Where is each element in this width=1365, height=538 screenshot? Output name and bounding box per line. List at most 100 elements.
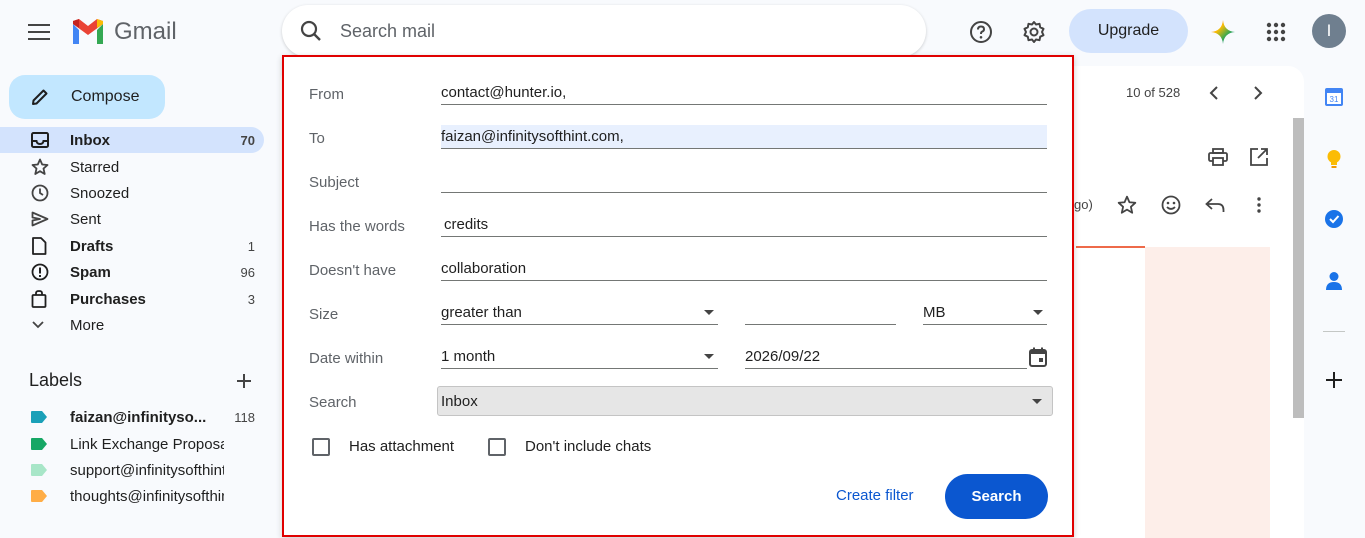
label-item[interactable]: support@infinitysofthint.... (0, 457, 264, 483)
send-icon (31, 211, 49, 227)
sidebar-item-snoozed[interactable]: Snoozed (0, 180, 264, 206)
sidebar-item-more[interactable]: More (0, 312, 264, 338)
unread-count: 70 (240, 132, 255, 148)
label-name: thoughts@infinitysofthin... (70, 487, 224, 505)
calendar-app-button[interactable]: 31 (1319, 82, 1349, 112)
scrollbar[interactable] (1293, 118, 1304, 418)
gemini-button[interactable] (1205, 14, 1241, 50)
avatar[interactable]: I (1312, 14, 1346, 48)
sidebar-item-drafts[interactable]: Drafts 1 (0, 233, 264, 259)
sidebar-item-label: Starred (70, 158, 120, 176)
gemini-icon (1211, 20, 1235, 44)
calendar-icon: 31 (1325, 88, 1343, 106)
has-attachment-checkbox[interactable] (312, 438, 330, 456)
print-icon (1208, 148, 1228, 166)
size-label: Size (309, 306, 339, 323)
count: 1 (247, 238, 255, 254)
doesnt-have-field[interactable]: collaboration (441, 257, 1047, 281)
tasks-check-icon (1325, 210, 1343, 228)
search-button[interactable]: Search (945, 474, 1048, 519)
label-tag-icon (31, 411, 47, 423)
to-field[interactable]: faizan@infinitysofthint.com, (441, 125, 1047, 149)
upgrade-button[interactable]: Upgrade (1069, 9, 1188, 53)
gmail-logo[interactable]: Gmail (70, 15, 177, 49)
search-scope-select[interactable]: Inbox (437, 386, 1053, 416)
search-input[interactable] (340, 20, 840, 42)
calendar-icon (1029, 347, 1047, 367)
create-filter-button[interactable]: Create filter (836, 487, 914, 504)
plus-icon (1326, 372, 1342, 388)
sidebar-item-sent[interactable]: Sent (0, 206, 264, 232)
label-name: support@infinitysofthint.... (70, 461, 224, 479)
google-apps-button[interactable] (1258, 14, 1294, 50)
search-scope-value: Inbox (441, 392, 478, 410)
sidebar-item-inbox[interactable]: Inbox 70 (0, 127, 264, 153)
add-label-button[interactable] (232, 369, 256, 393)
size-operator-value: greater than (441, 304, 522, 321)
star-message-button[interactable] (1113, 191, 1141, 219)
tasks-app-button[interactable] (1319, 204, 1349, 234)
keep-app-button[interactable] (1319, 144, 1349, 174)
from-label: From (309, 86, 344, 103)
search-bar[interactable] (282, 5, 926, 57)
no-chats-checkbox[interactable] (488, 438, 506, 456)
date-within-select[interactable]: 1 month (441, 345, 718, 369)
bag-icon (31, 290, 47, 308)
emoji-reaction-button[interactable] (1157, 191, 1185, 219)
sidebar-item-label: Spam (70, 263, 111, 281)
reply-button[interactable] (1201, 191, 1229, 219)
sidebar-item-spam[interactable]: Spam 96 (0, 259, 264, 285)
has-attachment-label: Has attachment (349, 438, 455, 455)
more-vert-icon (1257, 197, 1261, 213)
keep-bulb-icon (1327, 150, 1341, 168)
has-words-field[interactable]: credits (441, 213, 1047, 237)
search-scope-label: Search (309, 394, 357, 411)
labels-heading: Labels (29, 370, 83, 390)
from-field[interactable]: contact@hunter.io, (441, 81, 1047, 105)
date-field[interactable]: 2026/09/22 (745, 345, 1027, 369)
dropdown-arrow-icon (1033, 310, 1043, 315)
date-picker-button[interactable] (1029, 347, 1049, 367)
settings-button[interactable] (1016, 14, 1052, 50)
main-menu-button[interactable] (20, 14, 58, 50)
sidebar-item-purchases[interactable]: Purchases 3 (0, 286, 264, 312)
contacts-app-button[interactable] (1319, 266, 1349, 296)
star-icon (31, 158, 49, 175)
count: 3 (247, 291, 255, 307)
newer-button[interactable] (1200, 79, 1228, 107)
size-operator-select[interactable]: greater than (441, 301, 718, 325)
sidebar-item-starred[interactable]: Starred (0, 154, 264, 180)
get-addons-button[interactable] (1319, 365, 1349, 395)
chevron-left-icon (1209, 86, 1218, 100)
label-tag-icon (31, 464, 47, 476)
date-within-value: 1 month (441, 348, 496, 365)
label-name: Link Exchange Proposal (70, 435, 224, 453)
label-count: 118 (234, 409, 255, 425)
sidebar-item-label: More (70, 316, 105, 334)
older-button[interactable] (1244, 79, 1272, 107)
side-panel-divider (1323, 331, 1345, 332)
chevron-down-icon (32, 321, 44, 329)
inbox-icon (31, 132, 49, 148)
dropdown-arrow-icon (1032, 399, 1042, 404)
contacts-person-icon (1326, 272, 1342, 290)
reply-icon (1205, 198, 1225, 212)
subject-label: Subject (309, 174, 360, 191)
label-item[interactable]: faizan@infinityso... 118 (0, 404, 264, 430)
message-divider (1076, 246, 1145, 248)
label-item[interactable]: Link Exchange Proposal (0, 431, 264, 457)
label-item[interactable]: thoughts@infinitysofthin... (0, 483, 264, 509)
doesnt-have-label: Doesn't have (309, 262, 397, 279)
subject-field[interactable] (441, 169, 1047, 193)
apps-grid-icon (1266, 22, 1286, 42)
gear-icon (1023, 21, 1045, 43)
pager-text: 10 of 528 (1126, 85, 1181, 100)
more-options-button[interactable] (1245, 191, 1273, 219)
size-unit-select[interactable]: MB (923, 301, 1047, 325)
print-button[interactable] (1204, 143, 1232, 171)
search-icon[interactable] (282, 20, 340, 42)
help-button[interactable] (963, 14, 999, 50)
open-new-window-button[interactable] (1245, 143, 1273, 171)
size-value-field[interactable] (745, 301, 896, 325)
compose-button[interactable]: Compose (9, 75, 165, 119)
